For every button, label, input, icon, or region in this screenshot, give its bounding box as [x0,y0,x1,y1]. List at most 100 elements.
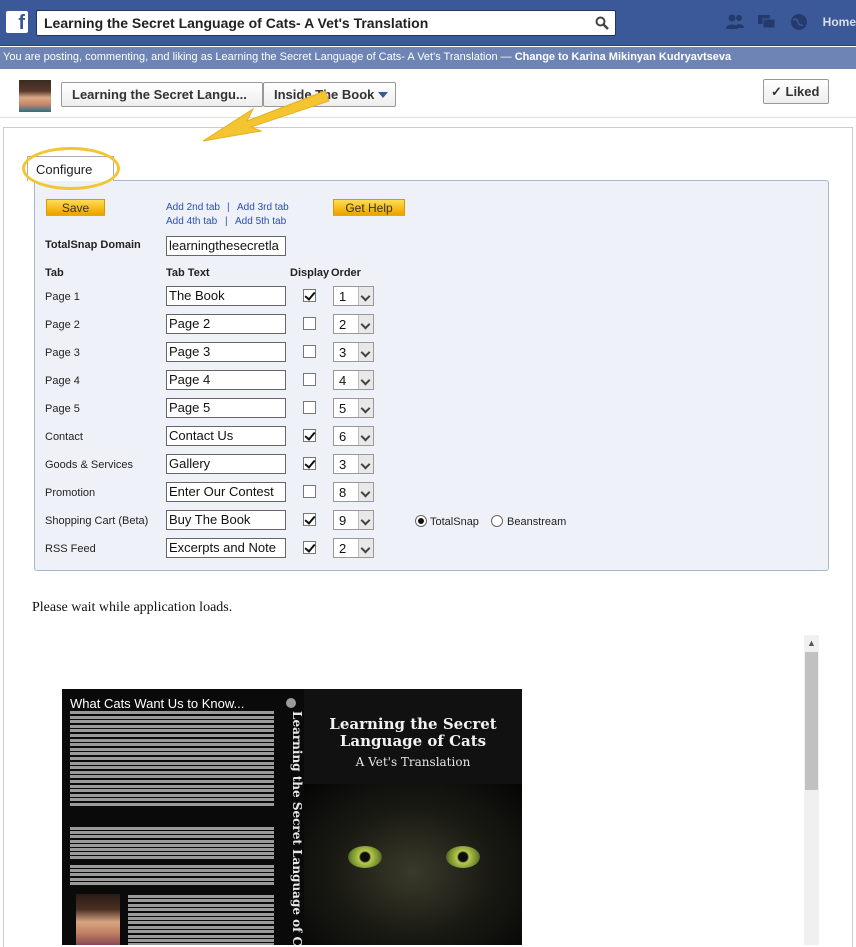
order-select[interactable]: 8 [333,482,374,502]
display-checkbox[interactable] [303,457,316,470]
page-header: Learning the Secret Langu... Inside The … [0,70,856,118]
chevron-down-icon [358,287,373,305]
domain-label: TotalSnap Domain [45,239,141,251]
display-checkbox[interactable] [303,513,316,526]
author-photo [76,894,120,945]
avatar[interactable] [19,80,51,112]
order-select-value: 3 [339,457,347,472]
book-front-subtitle: A Vet's Translation [355,755,471,769]
facebook-top-bar: f Learning the Secret Language of Cats- … [0,0,856,46]
order-select[interactable]: 6 [333,426,374,446]
tab-row-label: Page 2 [45,319,80,331]
scroll-thumb[interactable] [805,652,818,790]
order-select[interactable]: 4 [333,370,374,390]
tab-text-input[interactable]: Contact Us [166,426,286,446]
order-select-value: 9 [339,513,347,528]
book-front-cover: Learning the Secret Language of Cats A V… [304,689,522,945]
tab-text-input[interactable]: Page 5 [166,398,286,418]
configure-panel: Save Add 2nd tab | Add 3rd tab Add 4th t… [34,180,829,571]
order-select-value: 6 [339,429,347,444]
tab-text-input[interactable]: Page 4 [166,370,286,390]
home-link[interactable]: Home [823,15,856,29]
tab-row-label: Page 4 [45,375,80,387]
display-checkbox[interactable] [303,345,316,358]
order-select[interactable]: 3 [333,454,374,474]
liked-button[interactable]: ✓ Liked [763,79,829,104]
display-checkbox[interactable] [303,429,316,442]
order-select-value: 3 [339,345,347,360]
add-4th-tab-link[interactable]: Add 4th tab [166,216,217,227]
order-select[interactable]: 2 [333,314,374,334]
posting-as-text: You are posting, commenting, and liking … [3,51,515,63]
display-checkbox[interactable] [303,317,316,330]
tab-row-label: Shopping Cart (Beta) [45,515,149,527]
scroll-up-icon[interactable]: ▲ [804,635,819,652]
display-checkbox[interactable] [303,485,316,498]
tab-row-label: Page 3 [45,347,80,359]
display-checkbox[interactable] [303,373,316,386]
order-select-value: 2 [339,541,347,556]
tab-row-label: RSS Feed [45,543,96,555]
order-select[interactable]: 3 [333,342,374,362]
chevron-down-icon [378,92,388,98]
tab-row-label: Goods & Services [45,459,134,471]
content-scrollbar[interactable]: ▲ [804,635,819,945]
change-identity-link[interactable]: Change to Karina Mikinyan Kudryavtseva [515,51,731,63]
order-select[interactable]: 9 [333,510,374,530]
tab-row-label: Page 1 [45,291,80,303]
display-checkbox[interactable] [303,289,316,302]
chevron-down-icon [358,539,373,557]
chevron-down-icon [358,511,373,529]
order-select[interactable]: 2 [333,538,374,558]
add-5th-tab-link[interactable]: Add 5th tab [235,216,286,227]
loading-message: Please wait while application loads. [32,600,233,615]
display-checkbox[interactable] [303,401,316,414]
book-cover-image: What Cats Want Us to Know... Learning th… [62,689,522,945]
tab-text-input[interactable]: The Book [166,286,286,306]
save-button[interactable]: Save [46,199,105,216]
book-front-title: Learning the Secret Language of Cats [329,715,497,750]
tab-text-input[interactable]: Gallery [166,454,286,474]
chevron-down-icon [358,315,373,333]
tab-text-input[interactable]: Buy The Book [166,510,286,530]
chevron-down-icon [358,371,373,389]
order-select-value: 4 [339,373,347,388]
order-select[interactable]: 1 [333,286,374,306]
messages-icon[interactable] [757,12,777,32]
book-back-title: What Cats Want Us to Know... [70,696,245,711]
order-select[interactable]: 5 [333,398,374,418]
friend-requests-icon[interactable] [725,12,745,32]
link-separator: | [227,202,230,213]
header-tab: Tab [45,267,64,279]
tab-text-input[interactable]: Page 3 [166,342,286,362]
search-icon[interactable] [595,16,609,30]
annotation-arrow-icon [202,90,330,142]
chevron-down-icon [358,343,373,361]
tab-row-label: Page 5 [45,403,80,415]
tab-text-input[interactable]: Page 2 [166,314,286,334]
chevron-down-icon [358,427,373,445]
domain-input[interactable]: learningthesecretla [166,236,286,256]
beanstream-radio-label: Beanstream [507,516,567,528]
display-checkbox[interactable] [303,541,316,554]
beanstream-radio[interactable] [491,515,503,527]
search-input[interactable]: Learning the Secret Language of Cats- A … [36,10,616,36]
add-2nd-tab-link[interactable]: Add 2nd tab [166,202,220,213]
header-order: Order [331,267,361,279]
tab-row-label: Promotion [45,487,96,499]
chevron-down-icon [358,483,373,501]
tab-row-label: Contact [45,431,83,443]
book-back-cover: What Cats Want Us to Know... [62,689,280,945]
totalsnap-radio[interactable] [415,515,427,527]
add-3rd-tab-link[interactable]: Add 3rd tab [237,202,289,213]
cat-eye [446,846,480,868]
tab-text-input[interactable]: Enter Our Contest [166,482,286,502]
notifications-globe-icon[interactable] [789,12,809,32]
link-separator: | [225,216,228,227]
facebook-logo-icon[interactable]: f [6,11,28,34]
totalsnap-radio-label: TotalSnap [430,516,479,528]
tab-text-input[interactable]: Excerpts and Note [166,538,286,558]
header-tab-text: Tab Text [166,267,210,279]
cat-photo [304,784,522,945]
get-help-button[interactable]: Get Help [333,199,405,216]
